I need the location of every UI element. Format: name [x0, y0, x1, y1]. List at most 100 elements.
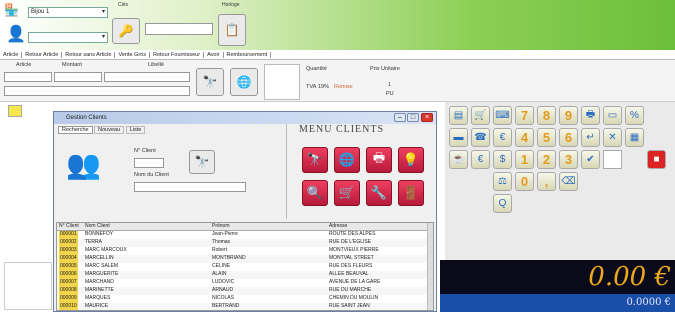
menu-zoom-button[interactable]: 🔍: [302, 180, 328, 206]
phone-key[interactable]: ☎: [471, 128, 490, 147]
globe-icon: 🌐: [338, 152, 356, 167]
validate-key[interactable]: ✔: [581, 150, 600, 169]
tab-article[interactable]: Article: [0, 52, 23, 58]
key-5[interactable]: 5: [537, 128, 556, 147]
menu-print-button[interactable]: 🖶: [366, 147, 392, 173]
blank-key[interactable]: [603, 150, 622, 169]
card-key[interactable]: ▬: [449, 128, 468, 147]
table-cell: RUE SAINT JEAN: [329, 303, 370, 309]
article-image: [264, 64, 300, 100]
backspace-key[interactable]: ⌫: [559, 172, 578, 191]
calc-icon: ▦: [629, 132, 640, 143]
key-2[interactable]: 2: [537, 150, 556, 169]
menu-cart-button[interactable]: 🛒: [334, 180, 360, 206]
maximize-button[interactable]: □: [407, 113, 419, 122]
total-display: 0.00 €: [440, 260, 675, 294]
tab-vente-gros[interactable]: Vente Gros: [115, 52, 150, 58]
table-cell: ALAIN: [212, 271, 227, 277]
key-7[interactable]: 7: [515, 106, 534, 125]
menu-tools-button[interactable]: 🔧: [366, 180, 392, 206]
key-6[interactable]: 6: [559, 128, 578, 147]
table-cell: ARNAUD: [212, 287, 234, 293]
table-row[interactable]: 000005 MARC SALEM CELINE RUE DES FLEURS: [57, 263, 433, 271]
table-row[interactable]: 000010 MAURICE BERTRAND RUE SAINT JEAN: [57, 303, 433, 310]
key-4[interactable]: 4: [515, 128, 534, 147]
check-icon: ✔: [586, 154, 595, 165]
cart-key[interactable]: 🛒: [471, 106, 490, 125]
customer-display: [4, 262, 52, 310]
tab-recherche[interactable]: Recherche: [58, 126, 93, 134]
money-key[interactable]: $: [493, 150, 512, 169]
table-cell: 000008: [59, 287, 78, 295]
drawer-key[interactable]: ▭: [603, 106, 622, 125]
table-cell: MONTBRIAND: [212, 255, 246, 261]
tab-remboursement[interactable]: Remboursement: [223, 52, 272, 58]
key-9[interactable]: 9: [559, 106, 578, 125]
tab-retour-sans-article[interactable]: Retour sans Article: [62, 52, 116, 58]
enter-key[interactable]: ↵: [581, 128, 600, 147]
euro-key[interactable]: €: [471, 150, 490, 169]
menu-search-button[interactable]: 🔭: [302, 147, 328, 173]
key-3[interactable]: 3: [559, 150, 578, 169]
libelle-input[interactable]: [104, 72, 190, 82]
barcode-input[interactable]: [145, 23, 213, 35]
keys-button[interactable]: 🔑: [112, 18, 140, 44]
tab-retour-fournisseur[interactable]: Retour Fournisseur: [150, 52, 205, 58]
quantity-key[interactable]: Q: [493, 194, 512, 213]
table-row[interactable]: 000007 MARCHAND LUDOVIC AVENUE DE LA GARE: [57, 279, 433, 287]
close-button[interactable]: ×: [421, 113, 433, 122]
table-row[interactable]: 000009 MARQUES NICOLAS CHEMIN DU MOULIN: [57, 295, 433, 303]
store-selector[interactable]: Bijou 1 ▾: [28, 7, 108, 18]
menu-globe-button[interactable]: 🌐: [334, 147, 360, 173]
table-row[interactable]: 000002 TERRA Thomas RUE DE L'EGLISE: [57, 239, 433, 247]
key-1[interactable]: 1: [515, 150, 534, 169]
user-selector[interactable]: ▾: [28, 32, 108, 43]
percent-key[interactable]: %: [625, 106, 644, 125]
table-row[interactable]: 000004 MARCELLIN MONTBRIAND MONTVAL STREET: [57, 255, 433, 263]
calc-key[interactable]: ▦: [625, 128, 644, 147]
client-name-input[interactable]: [134, 182, 246, 192]
description-input[interactable]: [4, 86, 190, 96]
montant-input[interactable]: [54, 72, 102, 82]
tab-retour-article[interactable]: Retour Article: [22, 52, 63, 58]
article-input[interactable]: [4, 72, 52, 82]
table-cell: RUE DU MARCHE: [329, 287, 372, 293]
table-cell: 000006: [59, 271, 78, 279]
scanner-key[interactable]: ▤: [449, 106, 468, 125]
menu-idea-button[interactable]: 💡: [398, 147, 424, 173]
search-client-button[interactable]: 🔭: [189, 150, 215, 174]
table-cell: Jean-Pierre: [212, 231, 238, 237]
clear-icon: ✕: [608, 132, 617, 143]
keyboard-key[interactable]: ⌨: [493, 106, 512, 125]
clients-group-icon: 👥: [66, 149, 101, 180]
clipboard-button[interactable]: 📋: [218, 14, 246, 46]
table-row[interactable]: 000003 MARC MARCOUX Robert MONTVIEUX PIERRE: [57, 247, 433, 255]
cup-key[interactable]: ☕: [449, 150, 468, 169]
cancel-key[interactable]: ■: [647, 150, 666, 169]
refresh-button[interactable]: 🌐: [230, 68, 258, 96]
client-name-label: Nom du Client: [134, 172, 169, 178]
minimize-button[interactable]: –: [394, 113, 406, 122]
key-0[interactable]: 0: [515, 172, 534, 191]
table-cell: 000004: [59, 255, 78, 263]
key-dot[interactable]: ,: [537, 172, 556, 191]
search-article-button[interactable]: 🔭: [196, 68, 224, 96]
chevron-down-icon: ▾: [101, 34, 105, 40]
phone-icon: ☎: [474, 132, 487, 143]
table-cell: AVENUE DE LA GARE: [329, 279, 381, 285]
client-code-input[interactable]: [134, 158, 164, 168]
key-8[interactable]: 8: [537, 106, 556, 125]
ticket-row-marker: [8, 105, 22, 117]
grid-scrollbar[interactable]: [427, 223, 433, 310]
cash-key[interactable]: €: [493, 128, 512, 147]
tab-nouveau[interactable]: Nouveau: [94, 126, 125, 134]
table-row[interactable]: 000008 MARINETTE ARNAUD RUE DU MARCHE: [57, 287, 433, 295]
table-row[interactable]: 000001 BONNEFOY Jean-Pierre ROUTE DES ALPES: [57, 231, 433, 239]
tab-avoir[interactable]: Avoir: [204, 52, 224, 58]
printer-key[interactable]: 🖶: [581, 106, 600, 125]
scale-key[interactable]: ⚖: [493, 172, 512, 191]
menu-exit-button[interactable]: 🚪: [398, 180, 424, 206]
tab-liste[interactable]: Liste: [125, 126, 146, 134]
table-row[interactable]: 000006 MARGUERITE ALAIN ALLEE BEAUVAL: [57, 271, 433, 279]
clear-key[interactable]: ✕: [603, 128, 622, 147]
